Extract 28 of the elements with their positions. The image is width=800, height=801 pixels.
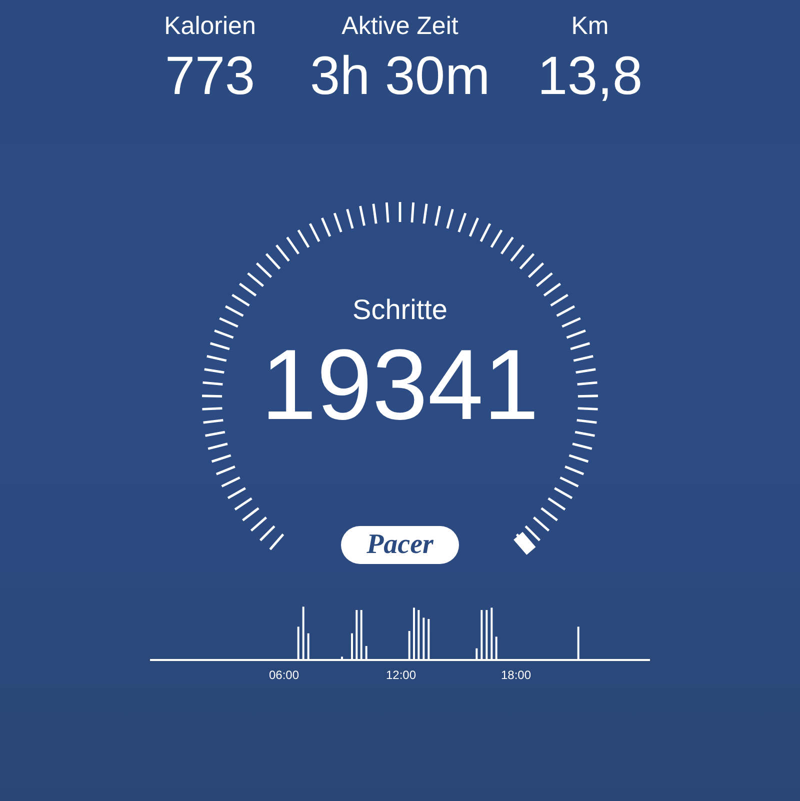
activity-bar	[422, 618, 425, 660]
steps-count: 19341	[260, 330, 540, 440]
stat-label: Kalorien	[164, 11, 256, 42]
stat-value: 773	[164, 45, 256, 108]
time-axis-label: 18:00	[500, 667, 532, 684]
activity-bar	[307, 633, 310, 660]
time-axis-label: 12:00	[386, 667, 416, 684]
stat-value: 3h 30m	[310, 45, 490, 108]
activity-bar	[486, 610, 488, 660]
activity-bar	[360, 610, 362, 660]
stat-value: 13,8	[537, 45, 643, 108]
activity-bar	[577, 626, 580, 660]
stat-label: Aktive Zeit	[342, 11, 458, 42]
activity-bar	[297, 626, 300, 660]
stat-label: Km	[571, 11, 609, 42]
steps-label: Schritte	[352, 293, 448, 327]
activity-bar	[365, 646, 368, 660]
activity-bar	[480, 610, 483, 660]
activity-bar	[490, 608, 493, 660]
activity-bar	[495, 636, 498, 660]
brand-logo: Pacer	[340, 526, 460, 564]
activity-bar	[476, 648, 478, 660]
activity-bar	[418, 610, 420, 660]
activity-bar	[302, 606, 304, 660]
activity-bar	[428, 619, 430, 660]
time-axis-label: 06:00	[268, 667, 300, 684]
activity-bar	[408, 631, 410, 660]
activity-bar	[356, 610, 358, 660]
